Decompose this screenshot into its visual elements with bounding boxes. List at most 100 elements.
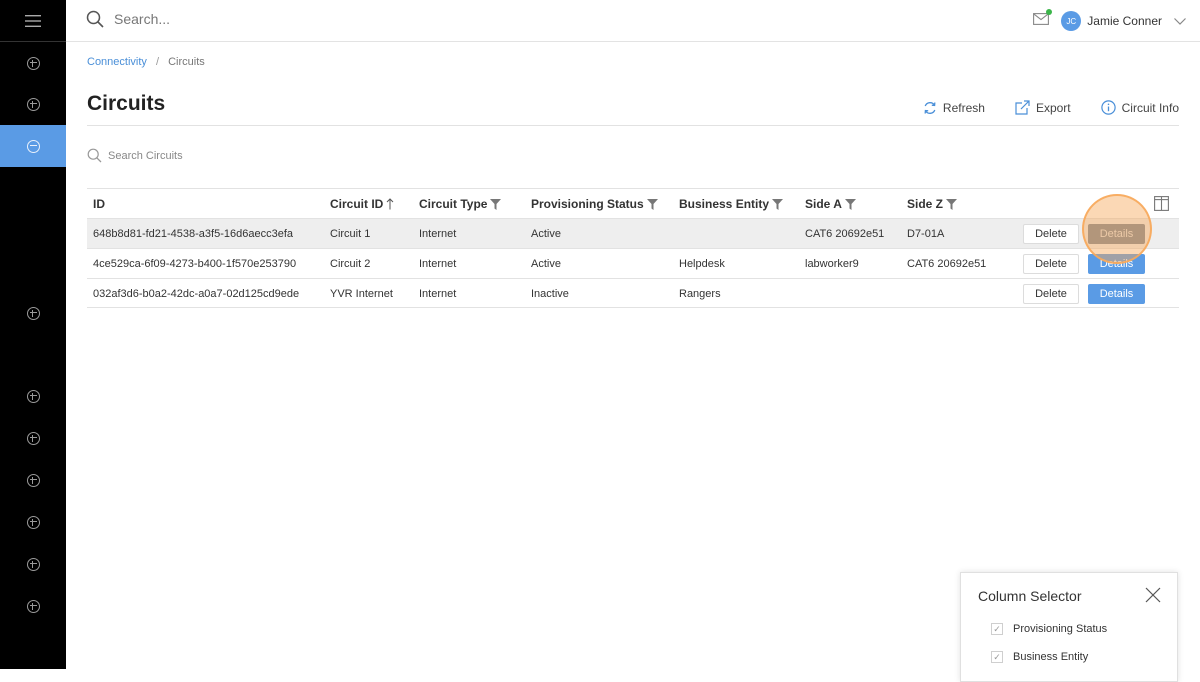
cell-business-entity: Helpdesk [679, 258, 725, 270]
breadcrumb: Connectivity / Circuits [87, 56, 205, 68]
chevron-down-icon[interactable] [1174, 17, 1186, 25]
circuit-info-label: Circuit Info [1121, 100, 1179, 115]
cell-side-a: labworker9 [805, 258, 859, 270]
delete-button[interactable]: Delete [1023, 284, 1079, 304]
table-row[interactable]: 4ce529ca-6f09-4273-b400-1f570e253790 Cir… [87, 248, 1179, 278]
cell-business-entity: Rangers [679, 288, 721, 300]
details-button[interactable]: Details [1088, 254, 1145, 274]
page-title: Circuits [87, 92, 166, 115]
filter-icon[interactable] [490, 198, 502, 210]
cell-circuit-type: Internet [419, 258, 457, 270]
sidebar-item-1[interactable] [0, 42, 66, 84]
breadcrumb-connectivity[interactable]: Connectivity [87, 56, 147, 68]
refresh-button[interactable]: Refresh [923, 101, 985, 115]
user-area: JC Jamie Conner [1033, 0, 1200, 42]
sidebar-item-4[interactable] [0, 375, 66, 417]
avatar[interactable]: JC [1061, 11, 1082, 31]
close-icon[interactable] [1145, 587, 1161, 603]
global-search [86, 10, 414, 28]
refresh-label: Refresh [942, 100, 985, 115]
col-header-circuit-type[interactable]: Circuit Type [419, 189, 502, 219]
col-header-id[interactable]: ID [93, 189, 105, 219]
global-search-input[interactable] [114, 11, 414, 27]
cell-side-z: CAT6 20692e51 [907, 258, 987, 270]
notifications-button[interactable] [1033, 9, 1053, 30]
col-header-circuit-id[interactable]: Circuit ID [330, 189, 394, 219]
hamburger-icon [25, 14, 41, 27]
col-header-provisioning-status-label: Provisioning Status [531, 197, 644, 211]
column-option-provisioning-status[interactable]: ✓ Provisioning Status [991, 623, 1107, 635]
sidebar-item-2[interactable] [0, 83, 66, 125]
breadcrumb-separator: / [155, 56, 160, 68]
cell-provisioning-status: Active [531, 258, 561, 270]
sidebar-item-7[interactable] [0, 501, 66, 543]
plus-circle-icon [26, 515, 40, 529]
filter-icon[interactable] [646, 198, 658, 210]
filter-icon[interactable] [946, 198, 958, 210]
cell-side-a: CAT6 20692e51 [805, 228, 885, 240]
column-option-label: Business Entity [1013, 651, 1089, 663]
sidebar-item-6[interactable] [0, 459, 66, 501]
sidebar-item-3[interactable] [0, 292, 66, 334]
checkbox[interactable]: ✓ [991, 651, 1003, 663]
col-header-side-a-label: Side A [805, 197, 842, 211]
cell-circuit-id: YVR Internet [330, 288, 393, 300]
plus-circle-icon [26, 599, 40, 613]
notification-dot [1046, 9, 1053, 15]
details-button[interactable]: Details [1088, 284, 1145, 304]
user-name[interactable]: Jamie Conner [1087, 14, 1162, 28]
cell-provisioning-status: Active [531, 228, 561, 240]
column-selector-panel: Column Selector ✓ Provisioning Status ✓ … [960, 572, 1178, 682]
plus-circle-icon [26, 97, 40, 111]
sidebar-item-8[interactable] [0, 543, 66, 585]
plus-circle-icon [26, 56, 40, 70]
plus-circle-icon [26, 306, 40, 320]
table-row[interactable]: 648b8d81-fd21-4538-a3f5-16d6aecc3efa Cir… [87, 218, 1179, 248]
minus-circle-icon [26, 139, 40, 153]
table-search [87, 148, 308, 163]
cell-id: 648b8d81-fd21-4538-a3f5-16d6aecc3efa [93, 228, 293, 240]
cell-id: 032af3d6-b0a2-42dc-a0a7-02d125cd9ede [93, 288, 300, 300]
details-button[interactable]: Details [1088, 224, 1145, 244]
cell-side-z: D7-01A [907, 228, 945, 240]
menu-button[interactable] [0, 0, 66, 42]
col-header-side-z[interactable]: Side Z [907, 189, 958, 219]
sidebar-item-9[interactable] [0, 585, 66, 627]
export-button[interactable]: Export [1015, 100, 1071, 115]
column-option-label: Provisioning Status [1013, 623, 1108, 635]
breadcrumb-current: Circuits [168, 56, 205, 68]
table-row[interactable]: 032af3d6-b0a2-42dc-a0a7-02d125cd9ede YVR… [87, 278, 1179, 308]
delete-button[interactable]: Delete [1023, 254, 1079, 274]
search-circuits-input[interactable] [108, 149, 308, 162]
table-header: ID Circuit ID Circuit Type Provisioning … [87, 188, 1179, 218]
plus-circle-icon [26, 431, 40, 445]
cell-circuit-id: Circuit 2 [330, 258, 371, 270]
column-option-business-entity[interactable]: ✓ Business Entity [991, 651, 1088, 663]
plus-circle-icon [26, 473, 40, 487]
col-header-circuit-type-label: Circuit Type [419, 197, 488, 211]
refresh-icon [924, 101, 936, 114]
col-header-side-z-label: Side Z [907, 197, 944, 211]
cell-provisioning-status: Inactive [531, 288, 569, 300]
filter-icon[interactable] [772, 198, 784, 210]
col-header-circuit-id-label: Circuit ID [330, 197, 384, 211]
circuit-info-button[interactable]: Circuit Info [1100, 100, 1179, 115]
sort-up-icon[interactable] [386, 198, 394, 210]
cell-circuit-id: Circuit 1 [330, 228, 371, 240]
top-bar: JC Jamie Conner [66, 0, 1200, 42]
col-header-provisioning-status[interactable]: Provisioning Status [531, 189, 658, 219]
search-icon [86, 10, 104, 28]
checkbox[interactable]: ✓ [991, 623, 1003, 635]
export-icon [1015, 100, 1030, 115]
sidebar-item-connectivity[interactable] [0, 125, 66, 167]
delete-button[interactable]: Delete [1023, 224, 1079, 244]
col-header-business-entity[interactable]: Business Entity [679, 189, 784, 219]
plus-circle-icon [26, 389, 40, 403]
sidebar [0, 0, 66, 669]
filter-icon[interactable] [844, 198, 856, 210]
sidebar-item-5[interactable] [0, 417, 66, 459]
columns-icon[interactable] [1154, 196, 1169, 211]
search-icon [87, 148, 102, 163]
mail-icon [1033, 13, 1050, 25]
col-header-side-a[interactable]: Side A [805, 189, 856, 219]
